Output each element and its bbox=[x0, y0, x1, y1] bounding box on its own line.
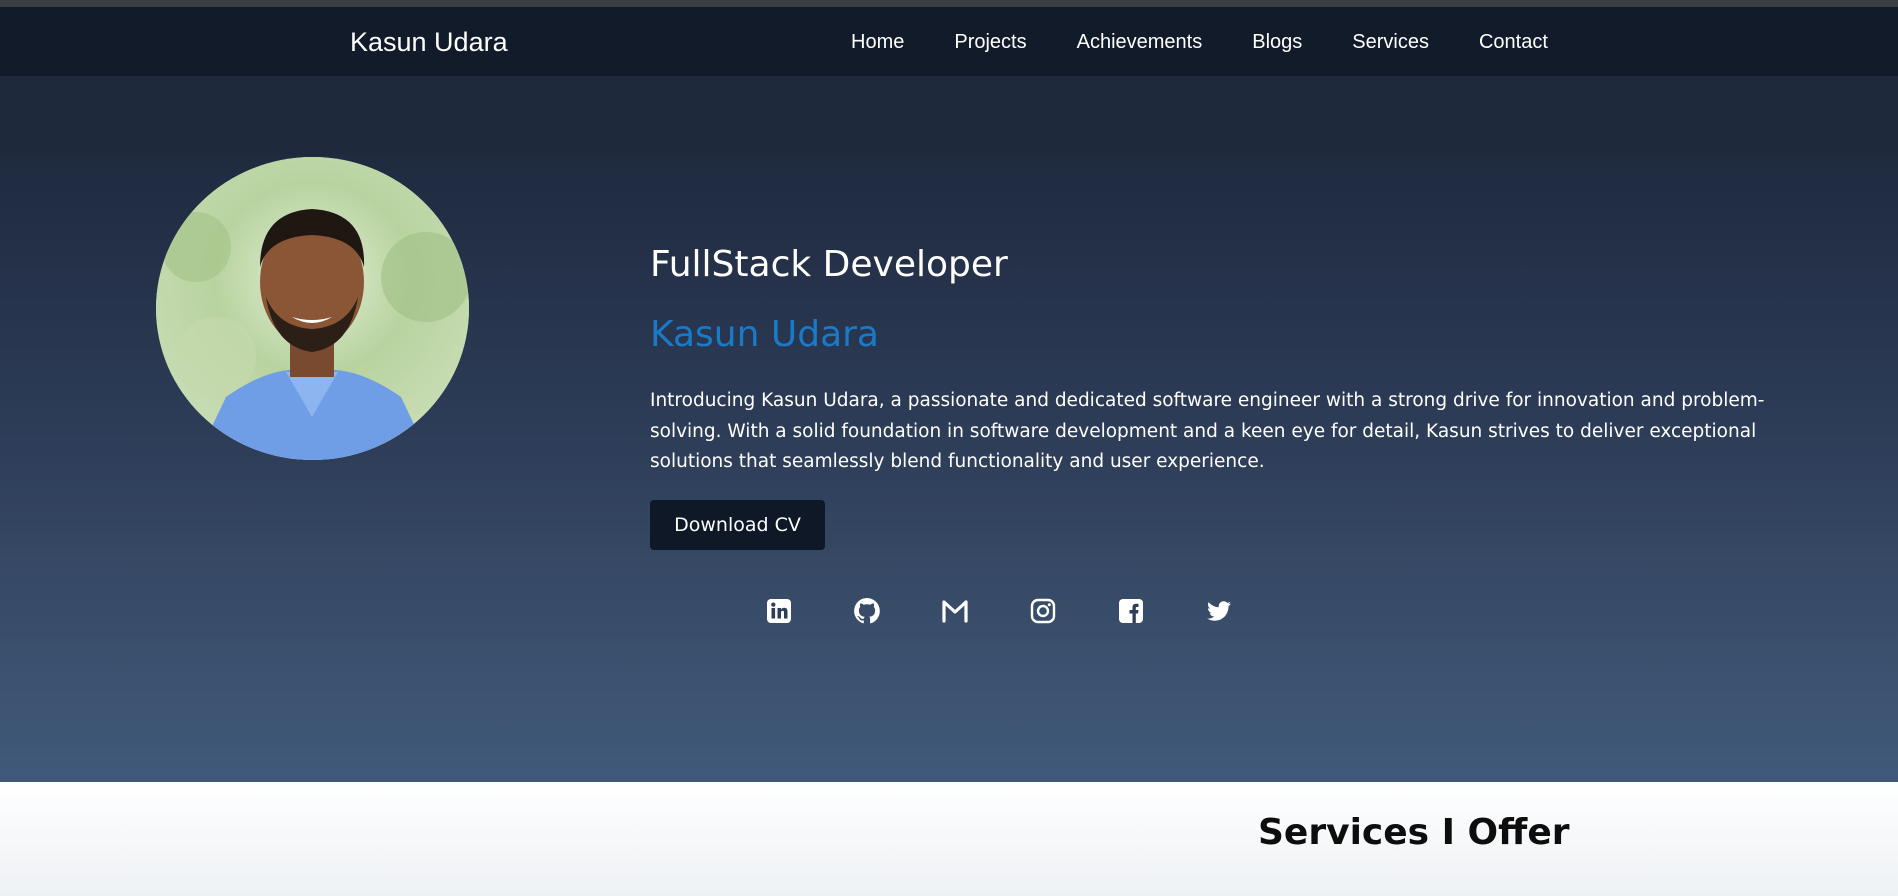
brand-logo[interactable]: Kasun Udara bbox=[350, 27, 508, 58]
facebook-icon bbox=[1119, 599, 1143, 623]
twitter-link[interactable] bbox=[1204, 596, 1292, 626]
nav-projects[interactable]: Projects bbox=[954, 31, 1026, 54]
github-icon bbox=[854, 598, 880, 624]
github-link[interactable] bbox=[852, 596, 940, 626]
profile-photo bbox=[156, 157, 469, 460]
nav-home[interactable]: Home bbox=[851, 31, 904, 54]
social-links bbox=[764, 596, 1292, 626]
nav-blogs[interactable]: Blogs bbox=[1252, 31, 1302, 54]
download-cv-button[interactable]: Download CV bbox=[650, 500, 825, 550]
twitter-icon bbox=[1207, 601, 1231, 621]
services-section: Services I Offer bbox=[0, 782, 1898, 896]
nav-achievements[interactable]: Achievements bbox=[1077, 31, 1203, 54]
services-title: Services I Offer bbox=[1258, 812, 1570, 853]
linkedin-link[interactable] bbox=[764, 596, 852, 626]
nav-services[interactable]: Services bbox=[1352, 31, 1429, 54]
instagram-link[interactable] bbox=[1028, 596, 1116, 626]
nav-contact[interactable]: Contact bbox=[1479, 31, 1548, 54]
window-top-border bbox=[0, 0, 1898, 7]
hero-name: Kasun Udara bbox=[650, 314, 879, 355]
hero-subtitle: FullStack Developer bbox=[650, 244, 1008, 285]
gmail-link[interactable] bbox=[940, 596, 1028, 626]
avatar bbox=[156, 157, 469, 460]
hero-bio: Introducing Kasun Udara, a passionate an… bbox=[650, 390, 1765, 472]
instagram-icon bbox=[1030, 598, 1056, 624]
gmail-icon bbox=[942, 600, 968, 623]
navbar: Kasun Udara Home Projects Achievements B… bbox=[0, 7, 1898, 76]
linkedin-icon bbox=[767, 599, 791, 623]
facebook-link[interactable] bbox=[1116, 596, 1204, 626]
hero-top-band bbox=[0, 76, 1898, 156]
hero-section: FullStack Developer Kasun Udara Introduc… bbox=[0, 76, 1898, 782]
nav-links: Home Projects Achievements Blogs Service… bbox=[851, 31, 1548, 54]
